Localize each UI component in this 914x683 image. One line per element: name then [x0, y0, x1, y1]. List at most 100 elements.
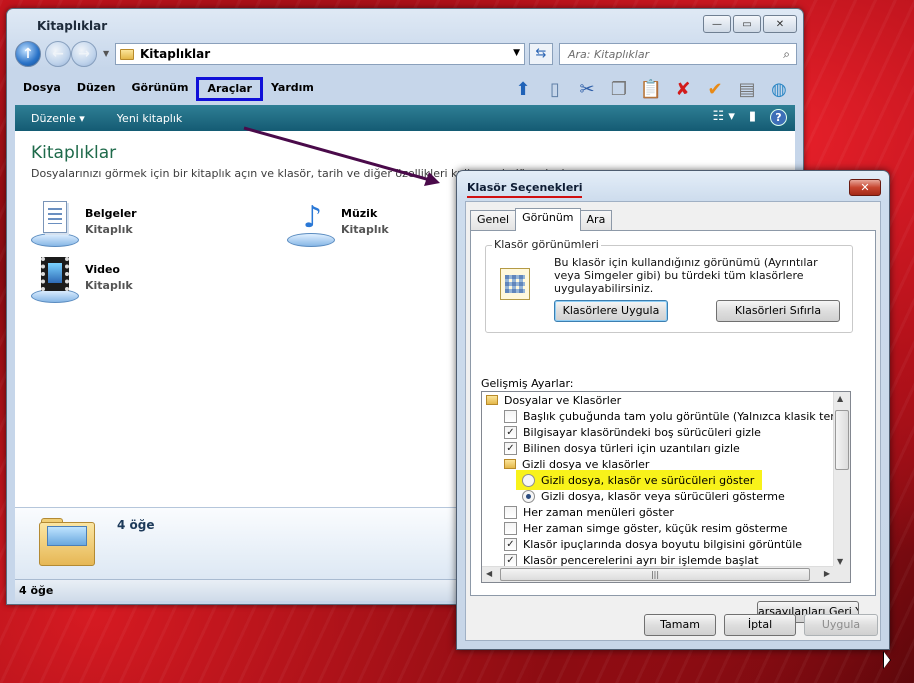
scroll-thumb[interactable]: ||| [500, 568, 810, 581]
list-item-label: Klasör ipuçlarında dosya boyutu bilgisin… [523, 537, 803, 551]
window-controls: — ▭ ✕ [703, 15, 797, 33]
search-box[interactable]: Ara: Kitaplıklar ⌕ [559, 43, 797, 65]
address-bar[interactable]: Kitaplıklar ▼ [115, 43, 525, 65]
ok-button[interactable]: Tamam [644, 614, 716, 636]
search-icon[interactable]: ⌕ [783, 47, 790, 62]
library-music[interactable]: ♪ Müzik Kitaplık [287, 201, 389, 247]
library-type: Kitaplık [341, 223, 389, 236]
cut-icon[interactable]: ✂ [575, 77, 599, 101]
folder-views-description: Bu klasör için kullandığınız görünümü (A… [554, 256, 818, 295]
apply-button[interactable]: Uygula [804, 614, 878, 636]
vertical-scrollbar[interactable]: ▲ ▼ [833, 392, 850, 568]
history-dropdown-icon[interactable]: ▼ [103, 49, 109, 58]
change-view-icon[interactable]: ☷ ▾ [713, 109, 735, 126]
scroll-thumb[interactable] [835, 410, 849, 470]
list-item[interactable]: ✓ Klasör ipuçlarında dosya boyutu bilgis… [504, 536, 802, 552]
copy-icon[interactable]: ❐ [607, 77, 631, 101]
organize-button[interactable]: Düzenle ▾ [15, 112, 101, 125]
folder-views-group: Klasör görünümleri Bu klasör için kullan… [485, 238, 853, 333]
list-item-label: Her zaman simge göster, küçük resim göst… [523, 521, 788, 535]
delete-icon[interactable]: ✘ [671, 77, 695, 101]
checkbox[interactable] [504, 521, 517, 535]
advanced-settings-label: Gelişmiş Ayarlar: [481, 377, 574, 390]
refresh-button[interactable]: ⇆ [529, 43, 553, 65]
checkbox-checked[interactable]: ✓ [504, 441, 517, 455]
folder-views-icon [500, 268, 530, 300]
list-item[interactable]: ✓ Bilinen dosya türleri için uzantıları … [504, 440, 740, 456]
status-item-count: 4 öğe [19, 584, 54, 597]
tab-strip: Genel Görünüm Ara [470, 208, 613, 231]
scroll-down-icon[interactable]: ▼ [837, 557, 843, 566]
help-icon[interactable]: ? [770, 109, 787, 126]
menu-help[interactable]: Yardım [263, 77, 322, 101]
paste-icon[interactable]: 📋 [639, 77, 663, 101]
checkbox[interactable] [504, 505, 517, 519]
arrow-left-icon: ← [52, 46, 64, 62]
view-tab-panel: Klasör görünümleri Bu klasör için kullan… [470, 230, 876, 623]
panes-icon[interactable]: ▯ [543, 77, 567, 101]
minimize-button[interactable]: — [703, 15, 731, 33]
list-item[interactable]: Her zaman simge göster, küçük resim göst… [504, 520, 788, 536]
checkmark-icon[interactable]: ✔ [703, 77, 727, 101]
group-label: Klasör görünümleri [492, 238, 601, 251]
checkbox[interactable] [504, 409, 517, 423]
back-history-button[interactable]: ← [45, 41, 71, 67]
library-documents[interactable]: Belgeler Kitaplık [31, 201, 137, 247]
search-input[interactable]: Ara: Kitaplıklar [568, 48, 649, 61]
list-item[interactable]: Her zaman menüleri göster [504, 504, 674, 520]
forward-button[interactable]: → [71, 41, 97, 67]
list-item-label: Klasör pencerelerini ayrı bir işlemde ba… [523, 553, 759, 567]
tab-search[interactable]: Ara [579, 210, 613, 230]
list-item: Dosyalar ve Klasörler [486, 392, 621, 408]
radio-button[interactable] [522, 473, 535, 487]
up-folder-icon[interactable]: ⬆ [511, 77, 535, 101]
horizontal-scrollbar[interactable]: ◀ ||| ▶ [482, 566, 834, 582]
close-button[interactable]: ✕ [763, 15, 797, 33]
refresh-icon: ⇆ [535, 46, 547, 61]
window-title: Kitaplıklar [37, 19, 108, 33]
list-item-label: Dosyalar ve Klasörler [504, 393, 622, 407]
menu-edit[interactable]: Düzen [69, 77, 124, 101]
command-bar: Düzenle ▾ Yeni kitaplık ☷ ▾ ▮ ? [15, 105, 795, 131]
list-item[interactable]: Gizli dosya, klasör veya sürücüleri göst… [522, 488, 785, 504]
back-button[interactable]: ↑ [15, 41, 41, 67]
navigation-bar: ↑ ← → ▼ Kitaplıklar ▼ ⇆ Ara: Kitaplıklar… [15, 41, 797, 69]
maximize-button[interactable]: ▭ [733, 15, 761, 33]
list-item[interactable]: ✓ Bilgisayar klasöründeki boş sürücüleri… [504, 424, 761, 440]
scroll-corner [833, 566, 850, 582]
checkbox-checked[interactable]: ✓ [504, 553, 517, 567]
properties-icon[interactable]: ▤ [735, 77, 759, 101]
menu-tools[interactable]: Araçlar [196, 77, 263, 101]
new-library-button[interactable]: Yeni kitaplık [101, 112, 199, 125]
menu-view[interactable]: Görünüm [124, 77, 197, 101]
scroll-up-icon[interactable]: ▲ [837, 394, 843, 403]
folder-icon [486, 395, 498, 405]
dialog-close-button[interactable]: ✕ [849, 179, 881, 196]
documents-icon [31, 201, 79, 247]
cancel-button[interactable]: İptal [724, 614, 796, 636]
shell-icon[interactable]: ◍ [767, 77, 791, 101]
advanced-settings-list[interactable]: Dosyalar ve Klasörler Başlık çubuğunda t… [481, 391, 851, 583]
tab-general[interactable]: Genel [470, 210, 517, 230]
tab-view[interactable]: Görünüm [515, 208, 581, 231]
preview-pane-icon[interactable]: ▮ [749, 109, 756, 126]
scroll-right-icon[interactable]: ▶ [824, 569, 830, 578]
video-icon [31, 257, 79, 303]
list-item-label: Gizli dosya, klasör ve sürücüleri göster [541, 473, 755, 487]
chevron-down-icon[interactable]: ▼ [513, 48, 520, 58]
list-item[interactable]: Gizli dosya, klasör ve sürücüleri göster [522, 472, 754, 488]
library-type: Kitaplık [85, 279, 133, 292]
list-item[interactable]: Başlık çubuğunda tam yolu görüntüle (Yal… [504, 408, 851, 424]
music-icon: ♪ [287, 201, 335, 247]
library-video[interactable]: Video Kitaplık [31, 257, 133, 303]
radio-button-selected[interactable] [522, 489, 535, 503]
checkbox-checked[interactable]: ✓ [504, 537, 517, 551]
list-item-label: Bilgisayar klasöründeki boş sürücüleri g… [523, 425, 761, 439]
scroll-left-icon[interactable]: ◀ [486, 569, 492, 578]
reset-folders-button[interactable]: Klasörleri Sıfırla [716, 300, 840, 322]
page-title: Kitaplıklar [31, 143, 117, 163]
checkbox-checked[interactable]: ✓ [504, 425, 517, 439]
list-item-label: Başlık çubuğunda tam yolu görüntüle (Yal… [523, 409, 851, 423]
menu-file[interactable]: Dosya [15, 77, 69, 101]
apply-to-folders-button[interactable]: Klasörlere Uygula [554, 300, 668, 322]
